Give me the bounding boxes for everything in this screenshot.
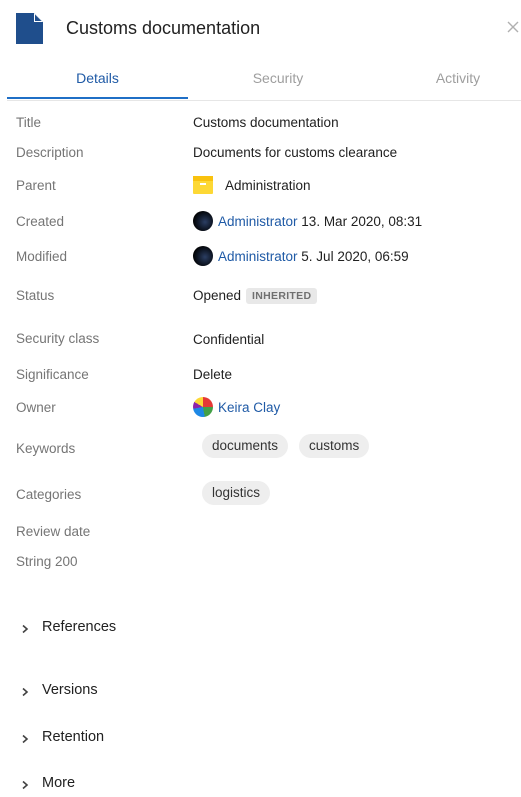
- title-label: Title: [16, 115, 42, 130]
- keywords-label: Keywords: [16, 441, 76, 456]
- significance-value: Delete: [193, 367, 233, 382]
- created-value: Administrator 13. Mar 2020, 08:31: [193, 211, 422, 231]
- tab-details[interactable]: Details: [7, 62, 188, 98]
- status-label: Status: [16, 288, 55, 303]
- security-class-value: Confidential: [193, 332, 265, 347]
- parent-name: Administration: [225, 178, 311, 193]
- parent-label: Parent: [16, 178, 56, 193]
- status-value: Opened INHERITED: [193, 288, 318, 304]
- folder-icon: [193, 176, 213, 194]
- parent-value[interactable]: Administration: [193, 176, 311, 194]
- tab-security[interactable]: Security: [188, 62, 368, 98]
- section-label: Versions: [42, 682, 98, 698]
- panel-header: Customs documentation: [0, 0, 521, 60]
- chevron-right-icon: [22, 624, 29, 634]
- keyword-chip[interactable]: documents: [202, 434, 289, 458]
- categories-label: Categories: [16, 487, 82, 502]
- chevron-right-icon: [22, 780, 29, 790]
- review-date-label: Review date: [16, 524, 91, 539]
- section-label: References: [42, 619, 117, 635]
- created-user-link[interactable]: Administrator: [218, 214, 298, 229]
- avatar: [193, 211, 213, 231]
- created-date: 13. Mar 2020, 08:31: [301, 214, 423, 229]
- string200-label: String 200: [16, 554, 78, 569]
- description-value: Documents for customs clearance: [193, 145, 398, 160]
- description-label: Description: [16, 145, 84, 160]
- chevron-right-icon: [22, 734, 29, 744]
- created-label: Created: [16, 214, 65, 229]
- document-icon: [16, 13, 43, 44]
- status-badge: INHERITED: [246, 288, 318, 304]
- modified-user-link[interactable]: Administrator: [218, 249, 298, 264]
- chevron-right-icon: [22, 687, 29, 697]
- owner-value: Keira Clay: [193, 397, 280, 417]
- section-label: More: [42, 775, 76, 791]
- keyword-chip[interactable]: customs: [299, 434, 370, 458]
- section-label: Retention: [42, 729, 105, 745]
- tab-bar: Details Security Activity: [7, 62, 521, 101]
- category-chip[interactable]: logistics: [202, 481, 271, 505]
- owner-link[interactable]: Keira Clay: [218, 400, 280, 415]
- tab-activity[interactable]: Activity: [368, 62, 521, 98]
- panel-title: Customs documentation: [66, 18, 261, 38]
- avatar: [193, 246, 213, 266]
- close-icon[interactable]: [504, 17, 521, 37]
- owner-label: Owner: [16, 400, 56, 415]
- modified-label: Modified: [16, 249, 68, 264]
- significance-label: Significance: [16, 367, 89, 382]
- modified-date: 5. Jul 2020, 06:59: [301, 249, 409, 264]
- active-tab-indicator: [7, 97, 188, 99]
- security-class-label: Security class: [16, 331, 100, 346]
- avatar: [193, 397, 213, 417]
- modified-value: Administrator 5. Jul 2020, 06:59: [193, 246, 409, 266]
- status-text: Opened: [193, 288, 242, 303]
- title-value: Customs documentation: [193, 115, 339, 130]
